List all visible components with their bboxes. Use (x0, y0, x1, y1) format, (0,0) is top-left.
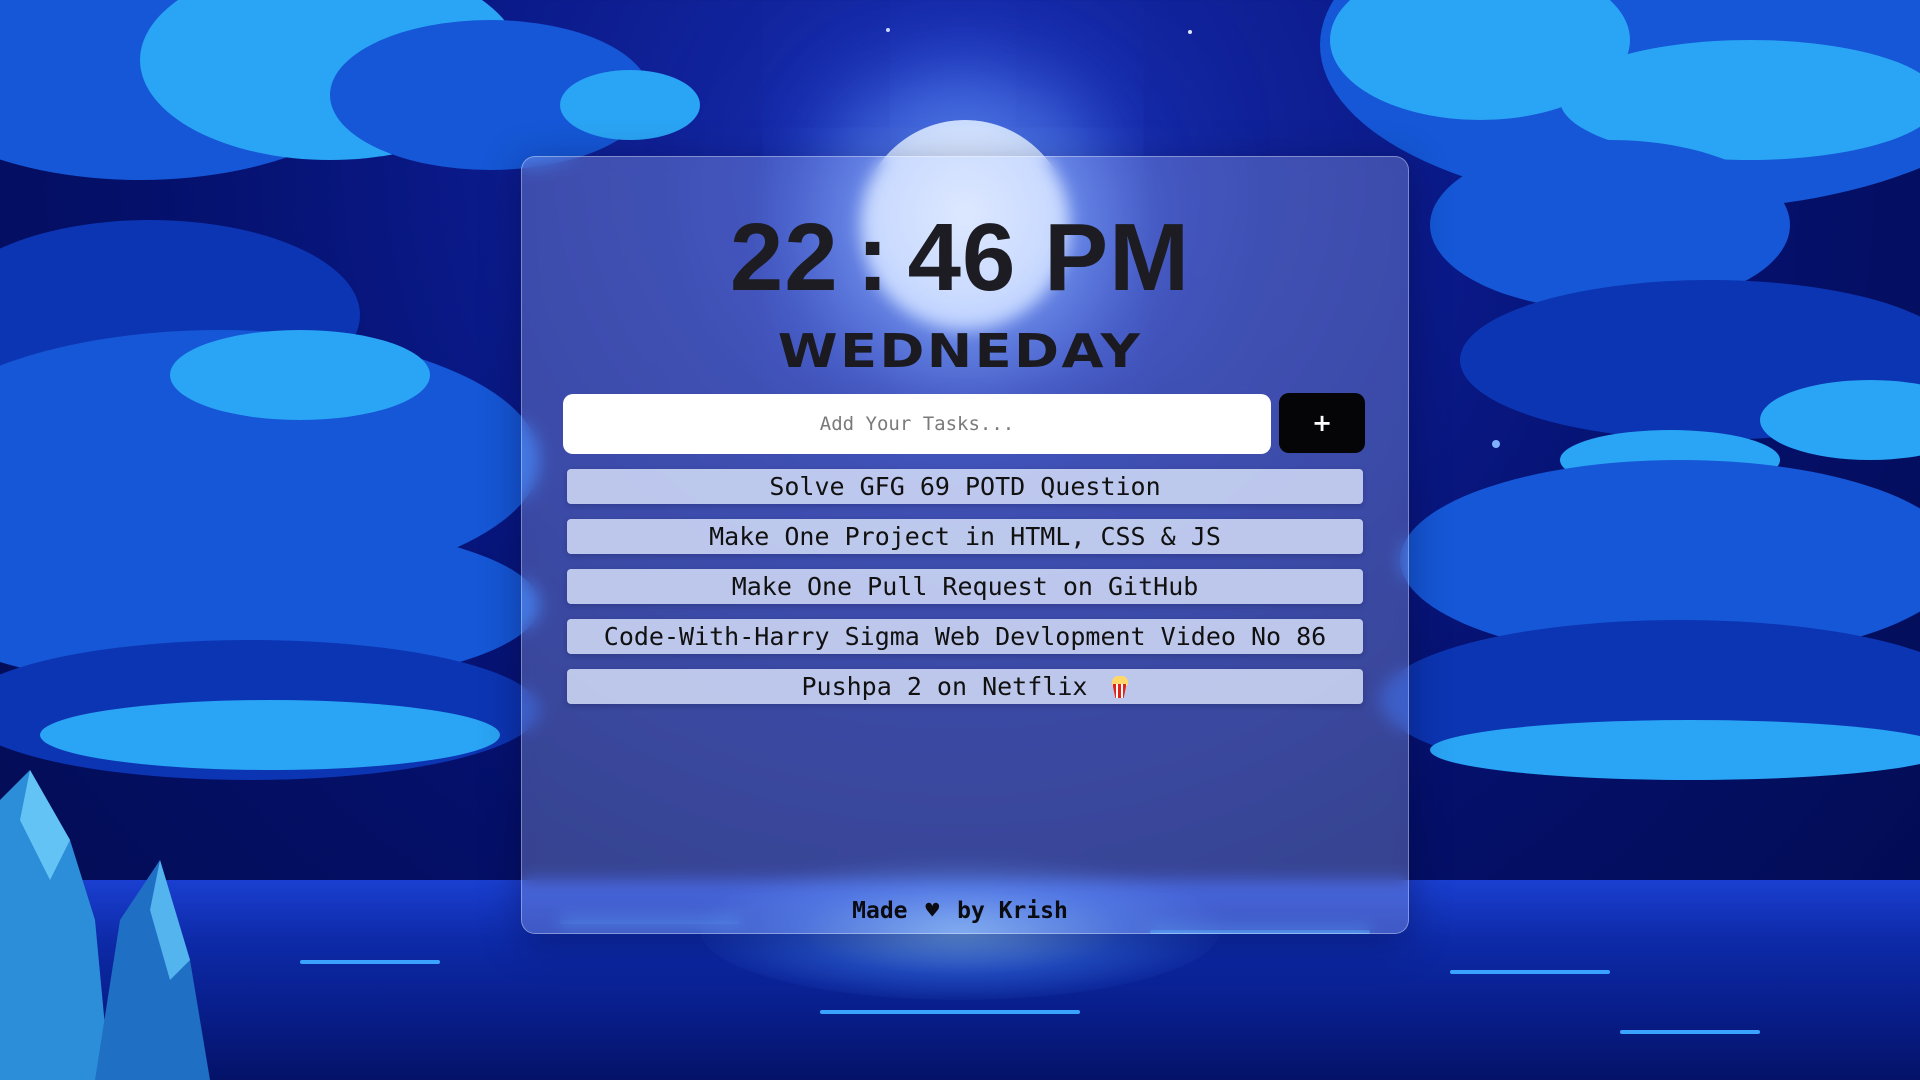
star (886, 28, 890, 32)
wave (1620, 1030, 1760, 1034)
task-text: Make One Project in HTML, CSS & JS (709, 522, 1221, 551)
task-text: Solve GFG 69 POTD Question (769, 472, 1161, 501)
task-input[interactable] (563, 394, 1271, 454)
footer-suffix: by Krish (957, 898, 1068, 924)
clock-separator: : (856, 204, 890, 311)
task-item[interactable]: Make One Project in HTML, CSS & JS (567, 519, 1363, 554)
wave (1450, 970, 1610, 974)
add-task-button[interactable]: + (1279, 393, 1365, 453)
star (1188, 30, 1192, 34)
digital-clock: 22:46 PM (0, 208, 1920, 308)
star (1492, 440, 1500, 448)
cloud (1430, 720, 1920, 780)
task-text: Make One Pull Request on GitHub (731, 572, 1199, 601)
footer-credit: Made ♥ by Krish (0, 898, 1920, 924)
footer-prefix: Made (852, 898, 908, 924)
task-item[interactable]: Pushpa 2 on Netflix (567, 669, 1363, 704)
task-text: Code-With-Harry Sigma Web Devlopment Vid… (603, 622, 1327, 651)
task-item[interactable]: Code-With-Harry Sigma Web Devlopment Vid… (567, 619, 1363, 654)
day-label: WEDNEDAY (777, 324, 1143, 378)
wave (300, 960, 440, 964)
task-list: Solve GFG 69 POTD Question Make One Proj… (567, 469, 1363, 719)
wave (820, 1010, 1080, 1014)
task-item[interactable]: Solve GFG 69 POTD Question (567, 469, 1363, 504)
clock-hours: 22 (729, 204, 839, 311)
heart-icon: ♥ (925, 898, 940, 924)
task-text: Pushpa 2 on Netflix (801, 672, 1088, 701)
task-item[interactable]: Make One Pull Request on GitHub (567, 569, 1363, 604)
popcorn-icon (1111, 676, 1129, 698)
clock-period: PM (1044, 204, 1191, 311)
cloud (560, 70, 700, 140)
clock-minutes: 46 (907, 204, 1017, 311)
